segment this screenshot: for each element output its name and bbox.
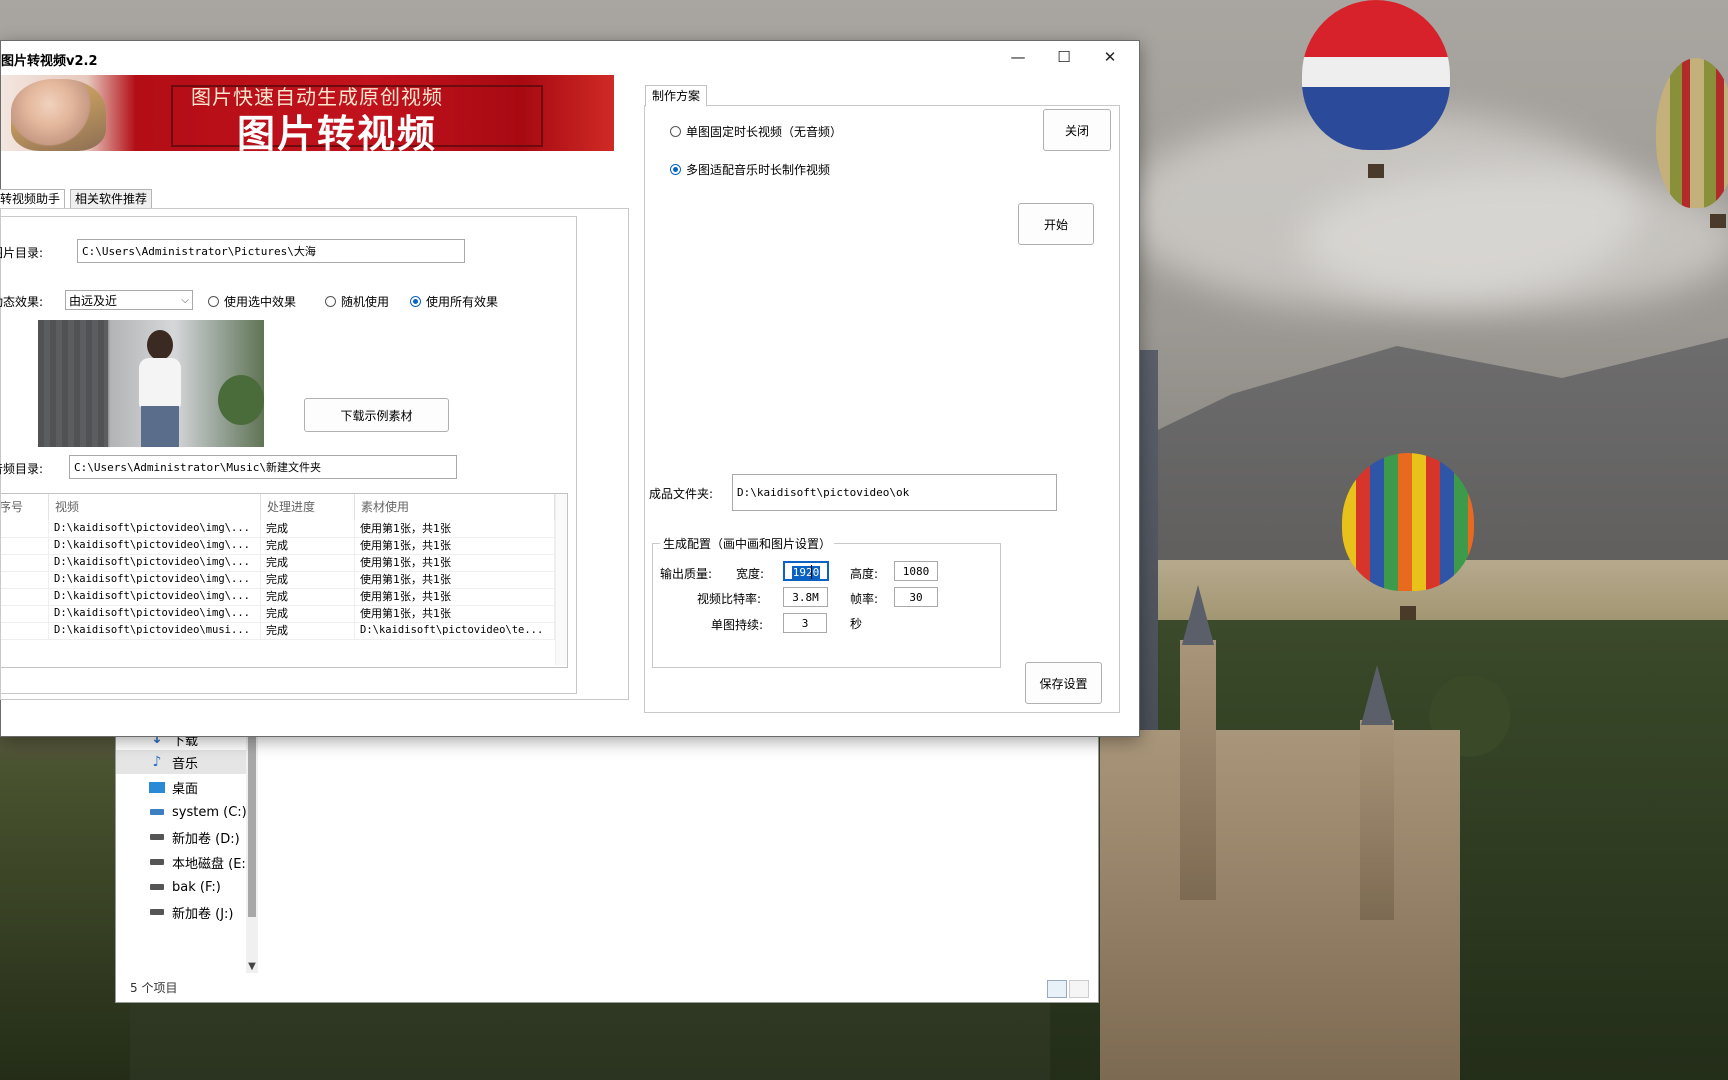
hot-air-balloon bbox=[1302, 0, 1450, 150]
audio-dir-input[interactable]: C:\Users\Administrator\Music\新建文件夹 bbox=[69, 455, 457, 479]
output-folder-label: 成品文件夹: bbox=[649, 487, 714, 501]
save-settings-button[interactable]: 保存设置 bbox=[1025, 662, 1102, 704]
radio-indicator bbox=[670, 126, 681, 137]
column-header-progress[interactable]: 处理进度 bbox=[261, 494, 355, 520]
explorer-nav-pane: ▤ 文档 ↓ 下载 ♪ 音乐 桌面 system (C:) 新加卷 (D:) 本… bbox=[116, 701, 263, 980]
chevron-down-icon[interactable]: ⌵ bbox=[181, 291, 189, 311]
nav-item-drive-c[interactable]: system (C:) bbox=[116, 800, 247, 824]
table-row[interactable]: D:\kaidisoft\pictovideo\img\... 完成 使用第1张… bbox=[1, 605, 556, 623]
title-bar[interactable]: 图片转视频v2.2 — ☐ ✕ bbox=[1, 41, 1139, 73]
bitrate-label: 视频比特率: bbox=[697, 592, 762, 606]
item-count: 5 个项目 bbox=[130, 981, 178, 995]
effect-label: 动态效果: bbox=[0, 295, 44, 309]
radio-indicator bbox=[325, 296, 336, 307]
radio-single-image-fixed-duration[interactable]: 单图固定时长视频（无音频） bbox=[670, 123, 842, 140]
drive-icon bbox=[149, 854, 165, 870]
duration-input[interactable]: 3 bbox=[783, 613, 827, 633]
table-row[interactable]: D:\kaidisoft\pictovideo\img\... 完成 使用第1张… bbox=[1, 571, 556, 589]
column-header-video[interactable]: 视频 bbox=[49, 494, 261, 520]
nav-item-desktop[interactable]: 桌面 bbox=[116, 775, 246, 799]
minimize-icon[interactable]: — bbox=[995, 41, 1041, 73]
audio-dir-label: 音频目录: bbox=[0, 462, 44, 476]
duration-unit: 秒 bbox=[850, 617, 863, 631]
output-quality-label: 输出质量: bbox=[660, 567, 713, 581]
hot-air-balloon bbox=[1342, 453, 1474, 591]
desktop-icon bbox=[149, 779, 165, 795]
banner-title: 图片转视频 bbox=[237, 112, 438, 151]
nav-item-drive-f[interactable]: bak (F:) bbox=[116, 875, 246, 899]
fps-label: 帧率: bbox=[850, 592, 879, 606]
drive-icon bbox=[149, 804, 165, 820]
nav-item-drive-d[interactable]: 新加卷 (D:) bbox=[116, 825, 246, 849]
nav-item-music[interactable]: ♪ 音乐 bbox=[116, 750, 246, 774]
details-view-button[interactable] bbox=[1047, 980, 1067, 998]
nav-item-drive-e[interactable]: 本地磁盘 (E:) bbox=[116, 850, 251, 874]
radio-multi-image-music-duration[interactable]: 多图适配音乐时长制作视频 bbox=[670, 161, 830, 178]
radio-random-effect[interactable]: 随机使用 bbox=[325, 293, 389, 310]
table-scrollbar[interactable] bbox=[555, 494, 567, 665]
radio-indicator bbox=[670, 164, 681, 175]
start-button[interactable]: 开始 bbox=[1018, 203, 1094, 245]
effect-select[interactable]: 由远及近 ⌵ bbox=[65, 290, 193, 310]
tab-related-software[interactable]: 相关软件推荐 bbox=[70, 189, 153, 209]
height-label: 高度: bbox=[850, 567, 879, 581]
drive-icon bbox=[149, 879, 165, 895]
column-header-usage[interactable]: 素材使用 bbox=[355, 494, 555, 520]
results-table: 序号 视频 处理进度 素材使用 D:\kaidisoft\pictovideo\… bbox=[1, 493, 568, 668]
banner-image: 图片快速自动生成原创视频 图片转视频 bbox=[1, 75, 614, 151]
table-row[interactable]: D:\kaidisoft\pictovideo\img\... 完成 使用第1张… bbox=[1, 588, 556, 606]
maximize-icon[interactable]: ☐ bbox=[1041, 41, 1087, 73]
bitrate-input[interactable]: 3.8M bbox=[783, 587, 828, 607]
hot-air-balloon bbox=[1656, 58, 1728, 208]
music-icon: ♪ bbox=[152, 754, 162, 770]
drive-icon bbox=[149, 904, 165, 920]
nav-scrollbar[interactable]: ▼ bbox=[246, 701, 258, 973]
output-folder-input[interactable]: D:\kaidisoft\pictovideo\ok bbox=[732, 474, 1057, 511]
image-dir-label: 图片目录: bbox=[0, 246, 44, 260]
table-row[interactable]: D:\kaidisoft\pictovideo\img\... 完成 使用第1张… bbox=[1, 520, 556, 538]
drive-icon bbox=[149, 829, 165, 845]
tab-production-plan[interactable]: 制作方案 bbox=[645, 85, 708, 107]
width-label: 宽度: bbox=[736, 567, 765, 581]
fps-input[interactable]: 30 bbox=[894, 587, 938, 607]
nav-item-drive-j[interactable]: 新加卷 (J:) bbox=[116, 900, 246, 924]
large-icons-view-button[interactable] bbox=[1069, 980, 1089, 998]
window-title: 图片转视频v2.2 bbox=[1, 54, 98, 69]
close-icon[interactable]: ✕ bbox=[1087, 41, 1133, 73]
radio-indicator bbox=[410, 296, 421, 307]
close-button[interactable]: 关闭 bbox=[1043, 109, 1111, 151]
tab-convert-assistant[interactable]: 转视频助手 bbox=[0, 189, 66, 209]
width-input[interactable]: 1920 bbox=[783, 561, 829, 581]
radio-use-all-effects[interactable]: 使用所有效果 bbox=[410, 293, 498, 310]
scrollbar-thumb[interactable] bbox=[248, 707, 256, 917]
table-row[interactable]: D:\kaidisoft\pictovideo\img\... 完成 使用第1张… bbox=[1, 554, 556, 572]
effect-preview-image bbox=[38, 320, 264, 447]
file-explorer-window: ▤ 文档 ↓ 下载 ♪ 音乐 桌面 system (C:) 新加卷 (D:) 本… bbox=[115, 700, 1099, 1003]
banner-portrait bbox=[11, 79, 106, 151]
duration-label: 单图持续: bbox=[711, 618, 764, 632]
download-sample-button[interactable]: 下载示例素材 bbox=[304, 398, 449, 432]
table-row[interactable]: D:\kaidisoft\pictovideo\musi... 完成 D:\ka… bbox=[1, 622, 556, 640]
radio-indicator bbox=[208, 296, 219, 307]
column-header-index[interactable]: 序号 bbox=[1, 494, 49, 520]
height-input[interactable]: 1080 bbox=[894, 561, 938, 581]
app-window: 图片转视频v2.2 — ☐ ✕ 图片快速自动生成原创视频 图片转视频 转视频助手… bbox=[0, 40, 1140, 737]
table-row[interactable]: D:\kaidisoft\pictovideo\img\... 完成 使用第1张… bbox=[1, 537, 556, 555]
image-dir-input[interactable]: C:\Users\Administrator\Pictures\大海 bbox=[77, 239, 465, 263]
generate-config-legend: 生成配置（画中画和图片设置） bbox=[660, 535, 835, 552]
chevron-down-icon[interactable]: ▼ bbox=[246, 961, 258, 973]
radio-use-selected-effect[interactable]: 使用选中效果 bbox=[208, 293, 296, 310]
